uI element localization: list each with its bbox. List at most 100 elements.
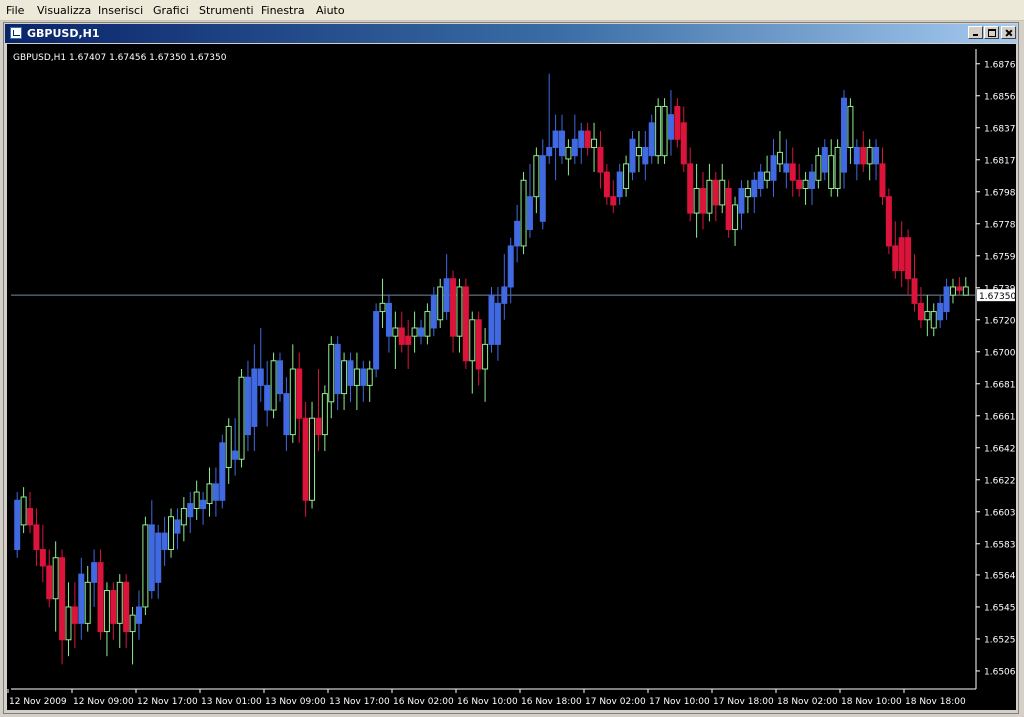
candle-body (885, 196, 892, 247)
candle-body (552, 130, 559, 148)
candle-body (193, 491, 200, 509)
candle-body (328, 343, 335, 403)
candle-body (251, 368, 258, 427)
candle-body (687, 163, 694, 214)
candle-body (732, 204, 739, 231)
candle-body (289, 368, 296, 436)
close-button[interactable] (1001, 26, 1016, 39)
candle-body (430, 294, 437, 329)
candle-body (571, 138, 578, 157)
x-tick-label: 13 Nov 01:00 (201, 697, 262, 707)
candle-body (546, 146, 553, 157)
candle-body (437, 286, 444, 321)
y-tick-label: 1.65255 (984, 635, 1016, 645)
candle-body (341, 360, 348, 395)
candle-body (309, 417, 316, 501)
candle-body (866, 146, 873, 165)
candle-body (706, 179, 713, 214)
candle-body (584, 130, 591, 148)
x-tick-label: 16 Nov 10:00 (457, 697, 518, 707)
candle-body (65, 606, 72, 641)
candle-body (385, 302, 392, 337)
candle-body (264, 384, 271, 411)
chart-window-titlebar[interactable]: GBPUSD,H1 (5, 24, 1017, 43)
menu-file[interactable]: File (6, 4, 24, 17)
candle-body (578, 130, 585, 148)
menu-inserisci[interactable]: Inserisci (98, 4, 143, 17)
candle-body (507, 245, 514, 288)
candle-body (911, 278, 918, 304)
menu-finestra[interactable]: Finestra (261, 4, 305, 17)
candle-body (238, 376, 245, 460)
candle-body (917, 302, 924, 321)
y-tick-label: 1.66810 (984, 380, 1016, 390)
candle-body (14, 499, 21, 551)
candle-body (116, 581, 123, 624)
candle-body (456, 286, 463, 337)
candle-body (405, 335, 412, 345)
maximize-button[interactable] (984, 26, 999, 39)
x-tick-label: 13 Nov 09:00 (265, 697, 326, 707)
candle-body (642, 146, 649, 165)
candle-body (796, 179, 803, 189)
candle-body (603, 171, 610, 198)
candle-body (366, 368, 373, 386)
candle-body (764, 171, 771, 181)
y-tick-label: 1.66225 (984, 476, 1016, 486)
menu-grafici[interactable]: Grafici (153, 4, 189, 17)
candle-body (334, 343, 341, 395)
candle-body (674, 105, 681, 140)
menu-visualizza[interactable]: Visualizza (37, 4, 91, 17)
candle-body (770, 155, 777, 181)
candlestick-chart[interactable]: 1.68760 1.68565 1.68370 1.68175 1.67980 1.677… (7, 44, 1016, 710)
y-tick-label: 1.68370 (984, 124, 1016, 134)
candle-body (853, 146, 860, 165)
menu-aiuto[interactable]: Aiuto (316, 4, 345, 17)
chart-area[interactable]: 1.68760 1.68565 1.68370 1.68175 1.67980 1.677… (7, 44, 1016, 710)
x-tick-label: 16 Nov 18:00 (521, 697, 582, 707)
y-tick-label: 1.65645 (984, 571, 1016, 581)
candle-body (168, 516, 175, 551)
candle-body (39, 549, 46, 567)
candle-body (757, 171, 764, 189)
candle-body (84, 581, 91, 624)
candle-body (475, 319, 482, 370)
candle-body (353, 368, 360, 386)
x-tick-label: 18 Nov 02:00 (777, 697, 838, 707)
candle-body (514, 220, 521, 247)
candle-body (46, 565, 53, 600)
candle-body (347, 360, 354, 386)
y-tick-label: 1.67200 (984, 316, 1016, 326)
candle-body (828, 155, 835, 189)
x-tick-label: 17 Nov 10:00 (649, 697, 710, 707)
candle-body (751, 179, 758, 198)
candle-body (834, 146, 841, 189)
y-tick-label: 1.67590 (984, 252, 1016, 262)
candle-body (59, 557, 66, 641)
candle-body (417, 327, 424, 337)
candle-body (296, 368, 303, 419)
candle-body (91, 562, 98, 583)
candle-body (276, 360, 283, 395)
candle-body (315, 417, 322, 436)
chart-window-icon (10, 27, 22, 39)
candle-body (610, 196, 617, 206)
candle-body (648, 122, 655, 157)
candle-body (712, 179, 719, 206)
candle-body (71, 606, 78, 624)
candle-body (898, 237, 905, 272)
x-tick-label: 17 Nov 18:00 (713, 697, 774, 707)
candle-body (667, 114, 674, 140)
menu-strumenti[interactable]: Strumenti (199, 4, 254, 17)
candle-body (161, 532, 168, 551)
candle-body (155, 532, 162, 583)
candle-body (212, 483, 219, 501)
minimize-button[interactable] (968, 26, 983, 39)
x-tick-label: 12 Nov 17:00 (137, 697, 198, 707)
candle-body (539, 155, 546, 222)
candle-body (789, 163, 796, 181)
candle-body (123, 581, 130, 633)
x-tick-label: 18 Nov 18:00 (905, 697, 966, 707)
candle-body (219, 442, 226, 501)
candle-body (135, 606, 142, 624)
